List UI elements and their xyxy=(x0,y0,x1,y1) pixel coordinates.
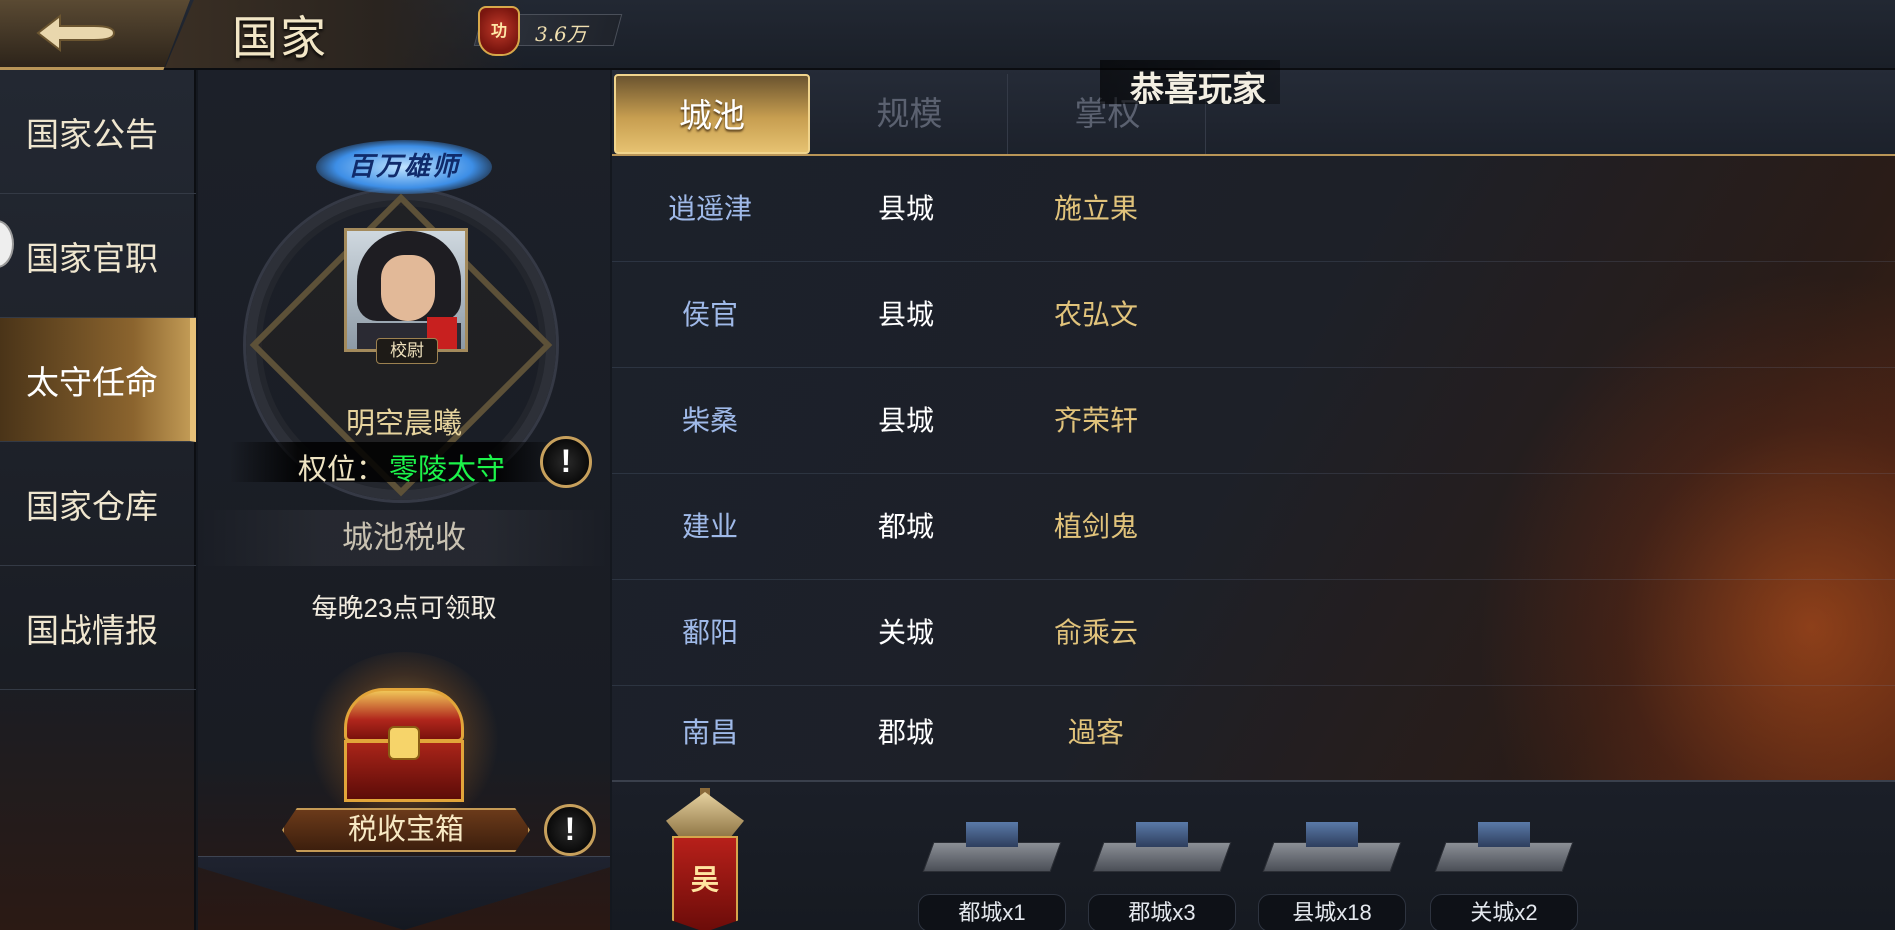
position-info-icon[interactable]: ! xyxy=(540,436,592,488)
city-governor: 植剑鬼 xyxy=(1053,511,1138,542)
left-nav: 国家公告 国家官职 太守任命 国家仓库 国战情报 xyxy=(0,70,196,930)
stat-county: 县城x18 xyxy=(1258,782,1406,930)
pass-city-icon xyxy=(1434,822,1574,872)
city-name: 逍遥津 xyxy=(667,193,752,224)
city-name: 鄱阳 xyxy=(681,617,738,648)
stat-label: 都城x1 xyxy=(918,894,1066,930)
title-badge: 百万雄师 xyxy=(316,140,492,194)
county-city-icon xyxy=(1262,822,1402,872)
stat-label: 郡城x3 xyxy=(1088,894,1236,930)
nav-item-label: 国家公告 xyxy=(26,114,158,154)
broadcast-text: 恭喜玩家 xyxy=(1130,71,1266,104)
tax-header: 城池税收 xyxy=(198,510,610,566)
position-label: 权位： xyxy=(298,454,386,486)
treasure-chest-icon[interactable] xyxy=(306,652,502,828)
commandery-city-icon xyxy=(1092,822,1232,872)
nav-item-national-warehouse[interactable]: 国家仓库 xyxy=(0,442,196,566)
city-governor: 過客 xyxy=(1067,717,1124,748)
capital-city-icon xyxy=(922,822,1062,872)
character-panel: 百万雄师 校尉 明空晨曦 权位： 零陵太守 ! 城池税收 每晚23点可领取 税收… xyxy=(198,70,610,930)
city-governor: 农弘文 xyxy=(1053,299,1138,330)
city-name: 柴桑 xyxy=(681,405,738,436)
table-row[interactable]: 建业 都城 植剑鬼 xyxy=(612,474,1895,580)
tax-chest-button[interactable]: 税收宝箱 xyxy=(282,808,530,852)
stat-capital: 都城x1 xyxy=(918,782,1066,930)
position-value: 零陵太守 xyxy=(389,454,506,486)
title-plate xyxy=(165,0,525,68)
city-name: 南昌 xyxy=(681,717,738,748)
rank-tag: 校尉 xyxy=(376,338,438,364)
city-governor: 俞乘云 xyxy=(1053,617,1138,648)
city-name: 侯官 xyxy=(681,299,738,330)
table-row[interactable]: 柴桑 县城 齐荣轩 xyxy=(612,368,1895,474)
back-arrow-icon xyxy=(36,13,116,53)
city-level: 郡城 xyxy=(877,717,934,748)
page-title: 国家 xyxy=(232,11,328,65)
stat-commandery: 郡城x3 xyxy=(1088,782,1236,930)
banner-crest xyxy=(666,792,744,840)
avatar-face xyxy=(381,255,435,321)
city-governor: 齐荣轩 xyxy=(1053,405,1138,436)
merit-badge-icon: 功 xyxy=(478,6,520,56)
table-row[interactable]: 南昌 郡城 過客 xyxy=(612,686,1895,780)
main-content: 城池 规模 掌权 逍遥津 县城 施立果 侯官 县城 农弘文 柴桑 县城 齐荣轩 … xyxy=(612,70,1895,780)
tab-cities[interactable]: 城池 xyxy=(614,74,810,154)
city-level: 都城 xyxy=(877,511,934,542)
kingdom-banner-icon: 吴 xyxy=(642,788,768,930)
nav-item-national-notice[interactable]: 国家公告 xyxy=(0,70,196,194)
nav-item-national-officials[interactable]: 国家官职 xyxy=(0,194,196,318)
stat-pass: 关城x2 xyxy=(1430,782,1578,930)
nav-item-governor-appointment[interactable]: 太守任命 xyxy=(0,318,196,442)
city-level: 县城 xyxy=(877,405,934,436)
nav-item-label: 太守任命 xyxy=(26,362,158,402)
city-level: 关城 xyxy=(877,617,934,648)
tab-scale[interactable]: 规模 xyxy=(812,74,1008,154)
broadcast-marquee: 恭喜玩家 xyxy=(1100,60,1280,104)
table-row[interactable]: 侯官 县城 农弘文 xyxy=(612,262,1895,368)
tax-note: 每晚23点可领取 xyxy=(311,593,497,623)
nav-item-war-intelligence[interactable]: 国战情报 xyxy=(0,566,196,690)
city-governor: 施立果 xyxy=(1053,193,1138,224)
city-summary-bar: 吴 都城x1 郡城x3 县城x18 关城x2 xyxy=(612,780,1895,930)
panel-bottom-point xyxy=(198,856,610,930)
table-row[interactable]: 逍遥津 县城 施立果 xyxy=(612,156,1895,262)
city-level: 县城 xyxy=(877,299,934,330)
power-value: 3.6万 xyxy=(535,22,587,46)
nav-item-label: 国战情报 xyxy=(26,610,158,650)
nav-item-label: 国家官职 xyxy=(26,238,158,278)
stat-label: 关城x2 xyxy=(1430,894,1578,930)
nav-item-label: 国家仓库 xyxy=(26,486,158,526)
avatar[interactable] xyxy=(344,228,468,352)
city-level: 县城 xyxy=(877,193,934,224)
chest-lock xyxy=(388,726,420,760)
stat-label: 县城x18 xyxy=(1258,894,1406,930)
top-bar: 国家 功 3.6万 xyxy=(0,0,1895,70)
table-row[interactable]: 鄱阳 关城 俞乘云 xyxy=(612,580,1895,686)
character-name: 明空晨曦 xyxy=(345,408,462,440)
city-name: 建业 xyxy=(681,511,738,542)
chest-info-icon[interactable]: ! xyxy=(544,804,596,856)
back-button[interactable] xyxy=(0,0,190,70)
banner-flag: 吴 xyxy=(672,836,738,930)
